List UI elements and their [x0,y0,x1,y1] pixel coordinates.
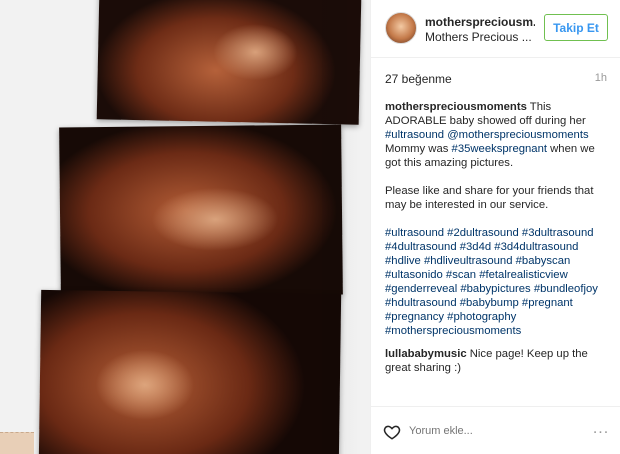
post-header: motherspreciousm... Mothers Precious ...… [371,0,620,58]
post-side-panel: motherspreciousm... Mothers Precious ...… [370,0,620,454]
photo-card-corner [0,432,34,454]
ultrasound-image-bottom [38,289,342,454]
comment-item: lullababymusic Nice page! Keep up the gr… [385,347,611,375]
hashtag-link[interactable]: #ultrasound [385,129,444,141]
mention-link[interactable]: @motherspreciousmoments [447,129,588,141]
comments-list: motherspreciousmoments This ADORABLE bab… [385,100,611,400]
caption-username[interactable]: motherspreciousmoments [385,101,527,113]
comment-bar: ... [371,406,620,454]
hashtag-list[interactable]: #ultrasound #2dultrasound #3dultrasound … [385,226,611,338]
likes-count[interactable]: 27 beğenme [385,72,452,86]
avatar[interactable] [385,12,417,44]
photo-shadow [322,0,362,454]
hashtag-link[interactable]: #35weekspregnant [452,143,547,155]
full-name: Mothers Precious ... [425,30,532,44]
post-stats: 27 beğenme 1h [385,72,607,88]
caption-text: Please like and share for your friends t… [385,185,594,211]
follow-button[interactable]: Takip Et [544,14,608,41]
more-options-icon[interactable]: ... [591,421,611,439]
comment-input[interactable] [409,422,579,440]
post-time[interactable]: 1h [595,72,607,84]
ultrasound-image-middle [59,124,343,298]
caption-text: Mommy was [385,143,452,155]
post-photo[interactable] [0,0,370,454]
username-link[interactable]: motherspreciousm... [425,15,535,29]
heart-icon[interactable] [383,423,401,441]
caption: motherspreciousmoments This ADORABLE bab… [385,100,611,338]
comment-username[interactable]: lullababymusic [385,348,467,360]
